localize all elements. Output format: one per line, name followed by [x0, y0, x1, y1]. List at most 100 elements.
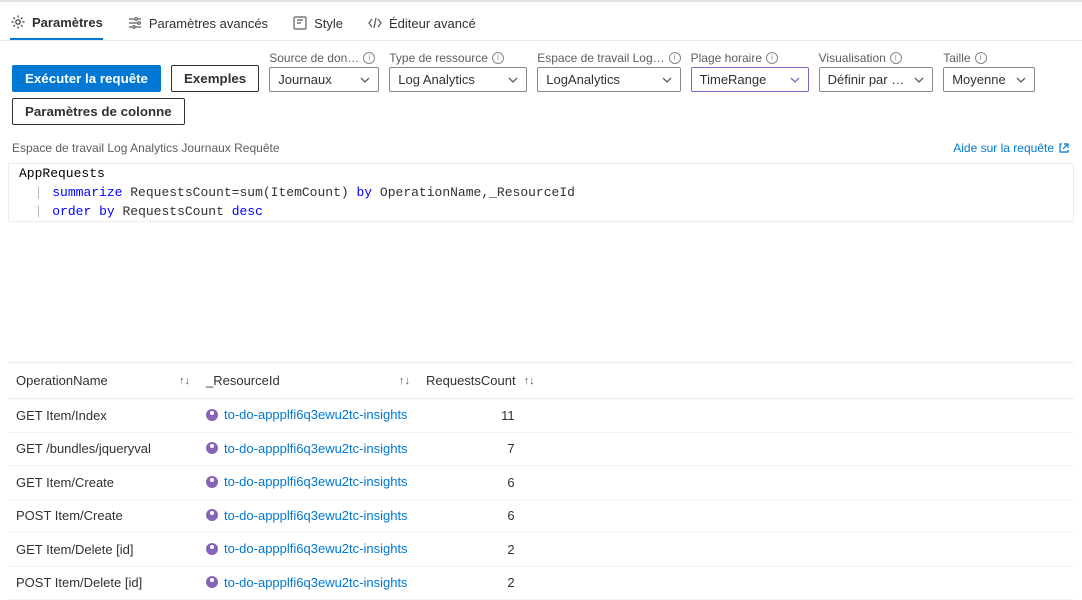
chevron-down-icon — [790, 75, 800, 85]
cell-operation: GET Item/Index — [8, 399, 198, 433]
gear-icon — [10, 14, 26, 30]
resource-link-label: to-do-appplfi6q3ewu2tc-insights — [224, 508, 408, 523]
sort-icon: ↑↓ — [179, 375, 190, 387]
cell-resource: to-do-appplfi6q3ewu2tc-insights — [198, 466, 418, 500]
workspace-value: LogAnalytics — [546, 72, 620, 87]
column-header-count[interactable]: RequestsCount↑↓ — [418, 363, 543, 399]
run-query-button[interactable]: Exécuter la requête — [12, 65, 161, 92]
code-icon — [367, 15, 383, 31]
chevron-down-icon — [914, 75, 924, 85]
insights-icon — [206, 543, 218, 555]
info-icon[interactable]: i — [492, 52, 504, 64]
datasource-label: Source de don… — [269, 51, 359, 65]
cell-resource: to-do-appplfi6q3ewu2tc-insights — [198, 566, 418, 600]
size-field: Taillei Moyenne — [943, 51, 1034, 92]
style-icon — [292, 15, 308, 31]
insights-icon — [206, 476, 218, 488]
chevron-down-icon — [360, 75, 370, 85]
cell-count: 2 — [418, 533, 543, 567]
tab-advanced-settings-label: Paramètres avancés — [149, 16, 268, 31]
table-row: POST Item/Delete [id] to-do-appplfi6q3ewu… — [8, 566, 1074, 600]
resource-link[interactable]: to-do-appplfi6q3ewu2tc-insights — [206, 407, 408, 422]
cell-count: 6 — [418, 466, 543, 500]
insights-icon — [206, 576, 218, 588]
cell-resource: to-do-appplfi6q3ewu2tc-insights — [198, 432, 418, 466]
cell-operation: GET Item/Delete [id] — [8, 533, 198, 567]
info-icon[interactable]: i — [890, 52, 902, 64]
resource-link[interactable]: to-do-appplfi6q3ewu2tc-insights — [206, 575, 408, 590]
tab-advanced-editor-label: Éditeur avancé — [389, 16, 476, 31]
column-settings-button[interactable]: Paramètres de colonne — [12, 98, 185, 125]
resource-link[interactable]: to-do-appplfi6q3ewu2tc-insights — [206, 474, 408, 489]
resource-link[interactable]: to-do-appplfi6q3ewu2tc-insights — [206, 441, 408, 456]
query-editor[interactable]: AppRequests | summarize RequestsCount=su… — [8, 163, 1074, 222]
resource-link-label: to-do-appplfi6q3ewu2tc-insights — [224, 541, 408, 556]
visualization-select[interactable]: Définir par … — [819, 67, 934, 92]
column-header-operation[interactable]: OperationName↑↓ — [8, 363, 198, 399]
workspace-field: Espace de travail Log… i LogAnalytics — [537, 51, 680, 92]
chevron-down-icon — [508, 75, 518, 85]
table-row: GET /bundles/jqueryval to-do-appplfi6q3ew… — [8, 432, 1074, 466]
resource-link-label: to-do-appplfi6q3ewu2tc-insights — [224, 575, 408, 590]
workspace-label: Espace de travail Log… — [537, 51, 664, 65]
time-range-value: TimeRange — [700, 72, 767, 87]
insights-icon — [206, 409, 218, 421]
resource-type-field: Type de ressource i Log Analytics — [389, 51, 527, 92]
resource-link[interactable]: to-do-appplfi6q3ewu2tc-insights — [206, 541, 408, 556]
tab-style[interactable]: Style — [292, 11, 343, 39]
tab-settings[interactable]: Paramètres — [10, 10, 103, 40]
tab-settings-label: Paramètres — [32, 15, 103, 30]
datasource-field: Source de don… i Journaux — [269, 51, 379, 92]
table-row: GET Item/Delete [id] to-do-appplfi6q3ewu2… — [8, 533, 1074, 567]
resource-link-label: to-do-appplfi6q3ewu2tc-insights — [224, 441, 408, 456]
visualization-value: Définir par … — [828, 72, 905, 87]
query-help-label: Aide sur la requête — [953, 141, 1054, 155]
time-range-select[interactable]: TimeRange — [691, 67, 809, 92]
info-icon[interactable]: i — [669, 52, 681, 64]
info-icon[interactable]: i — [363, 52, 375, 64]
resource-type-value: Log Analytics — [398, 72, 475, 87]
cell-operation: GET Item/Create — [8, 466, 198, 500]
kw-summarize: summarize — [52, 185, 122, 200]
time-range-label: Plage horaire — [691, 51, 762, 65]
table-row: GET Item/Index to-do-appplfi6q3ewu2tc-ins… — [8, 399, 1074, 433]
visualization-label: Visualisation — [819, 51, 886, 65]
samples-button[interactable]: Exemples — [171, 65, 259, 92]
query-help-link[interactable]: Aide sur la requête — [953, 141, 1070, 155]
cell-operation: POST Item/Delete [id] — [8, 566, 198, 600]
resource-link-label: to-do-appplfi6q3ewu2tc-insights — [224, 474, 408, 489]
sort-icon: ↑↓ — [399, 375, 410, 387]
main-tabs: Paramètres Paramètres avancés Style Édit… — [0, 2, 1082, 41]
cell-operation: POST Item/Create — [8, 499, 198, 533]
chevron-down-icon — [662, 75, 672, 85]
info-icon[interactable]: i — [766, 52, 778, 64]
cell-resource: to-do-appplfi6q3ewu2tc-insights — [198, 533, 418, 567]
resource-type-select[interactable]: Log Analytics — [389, 67, 527, 92]
tab-advanced-editor[interactable]: Éditeur avancé — [367, 11, 476, 39]
resource-link[interactable]: to-do-appplfi6q3ewu2tc-insights — [206, 508, 408, 523]
datasource-select[interactable]: Journaux — [269, 67, 379, 92]
sort-icon: ↑↓ — [524, 375, 535, 387]
results-table: OperationName↑↓ _ResourceId↑↓ RequestsCo… — [8, 362, 1074, 600]
cell-operation: GET /bundles/jqueryval — [8, 432, 198, 466]
external-link-icon — [1058, 142, 1070, 154]
visualization-field: Visualisation i Définir par … — [819, 51, 934, 92]
resource-type-label: Type de ressource — [389, 51, 488, 65]
query-line-1: AppRequests — [19, 166, 105, 181]
size-select[interactable]: Moyenne — [943, 67, 1034, 92]
tab-style-label: Style — [314, 16, 343, 31]
cell-count: 7 — [418, 432, 543, 466]
tab-advanced-settings[interactable]: Paramètres avancés — [127, 11, 268, 39]
insights-icon — [206, 442, 218, 454]
sliders-icon — [127, 15, 143, 31]
cell-resource: to-do-appplfi6q3ewu2tc-insights — [198, 499, 418, 533]
column-header-resource[interactable]: _ResourceId↑↓ — [198, 363, 418, 399]
size-value: Moyenne — [952, 72, 1005, 87]
workspace-select[interactable]: LogAnalytics — [537, 67, 680, 92]
breadcrumb-bar: Espace de travail Log Analytics Journaux… — [0, 133, 1082, 163]
resource-link-label: to-do-appplfi6q3ewu2tc-insights — [224, 407, 408, 422]
size-label: Taille — [943, 51, 970, 65]
table-row: POST Item/Create to-do-appplfi6q3ewu2tc-i… — [8, 499, 1074, 533]
info-icon[interactable]: i — [975, 52, 987, 64]
breadcrumb-text: Espace de travail Log Analytics Journaux… — [12, 141, 280, 155]
